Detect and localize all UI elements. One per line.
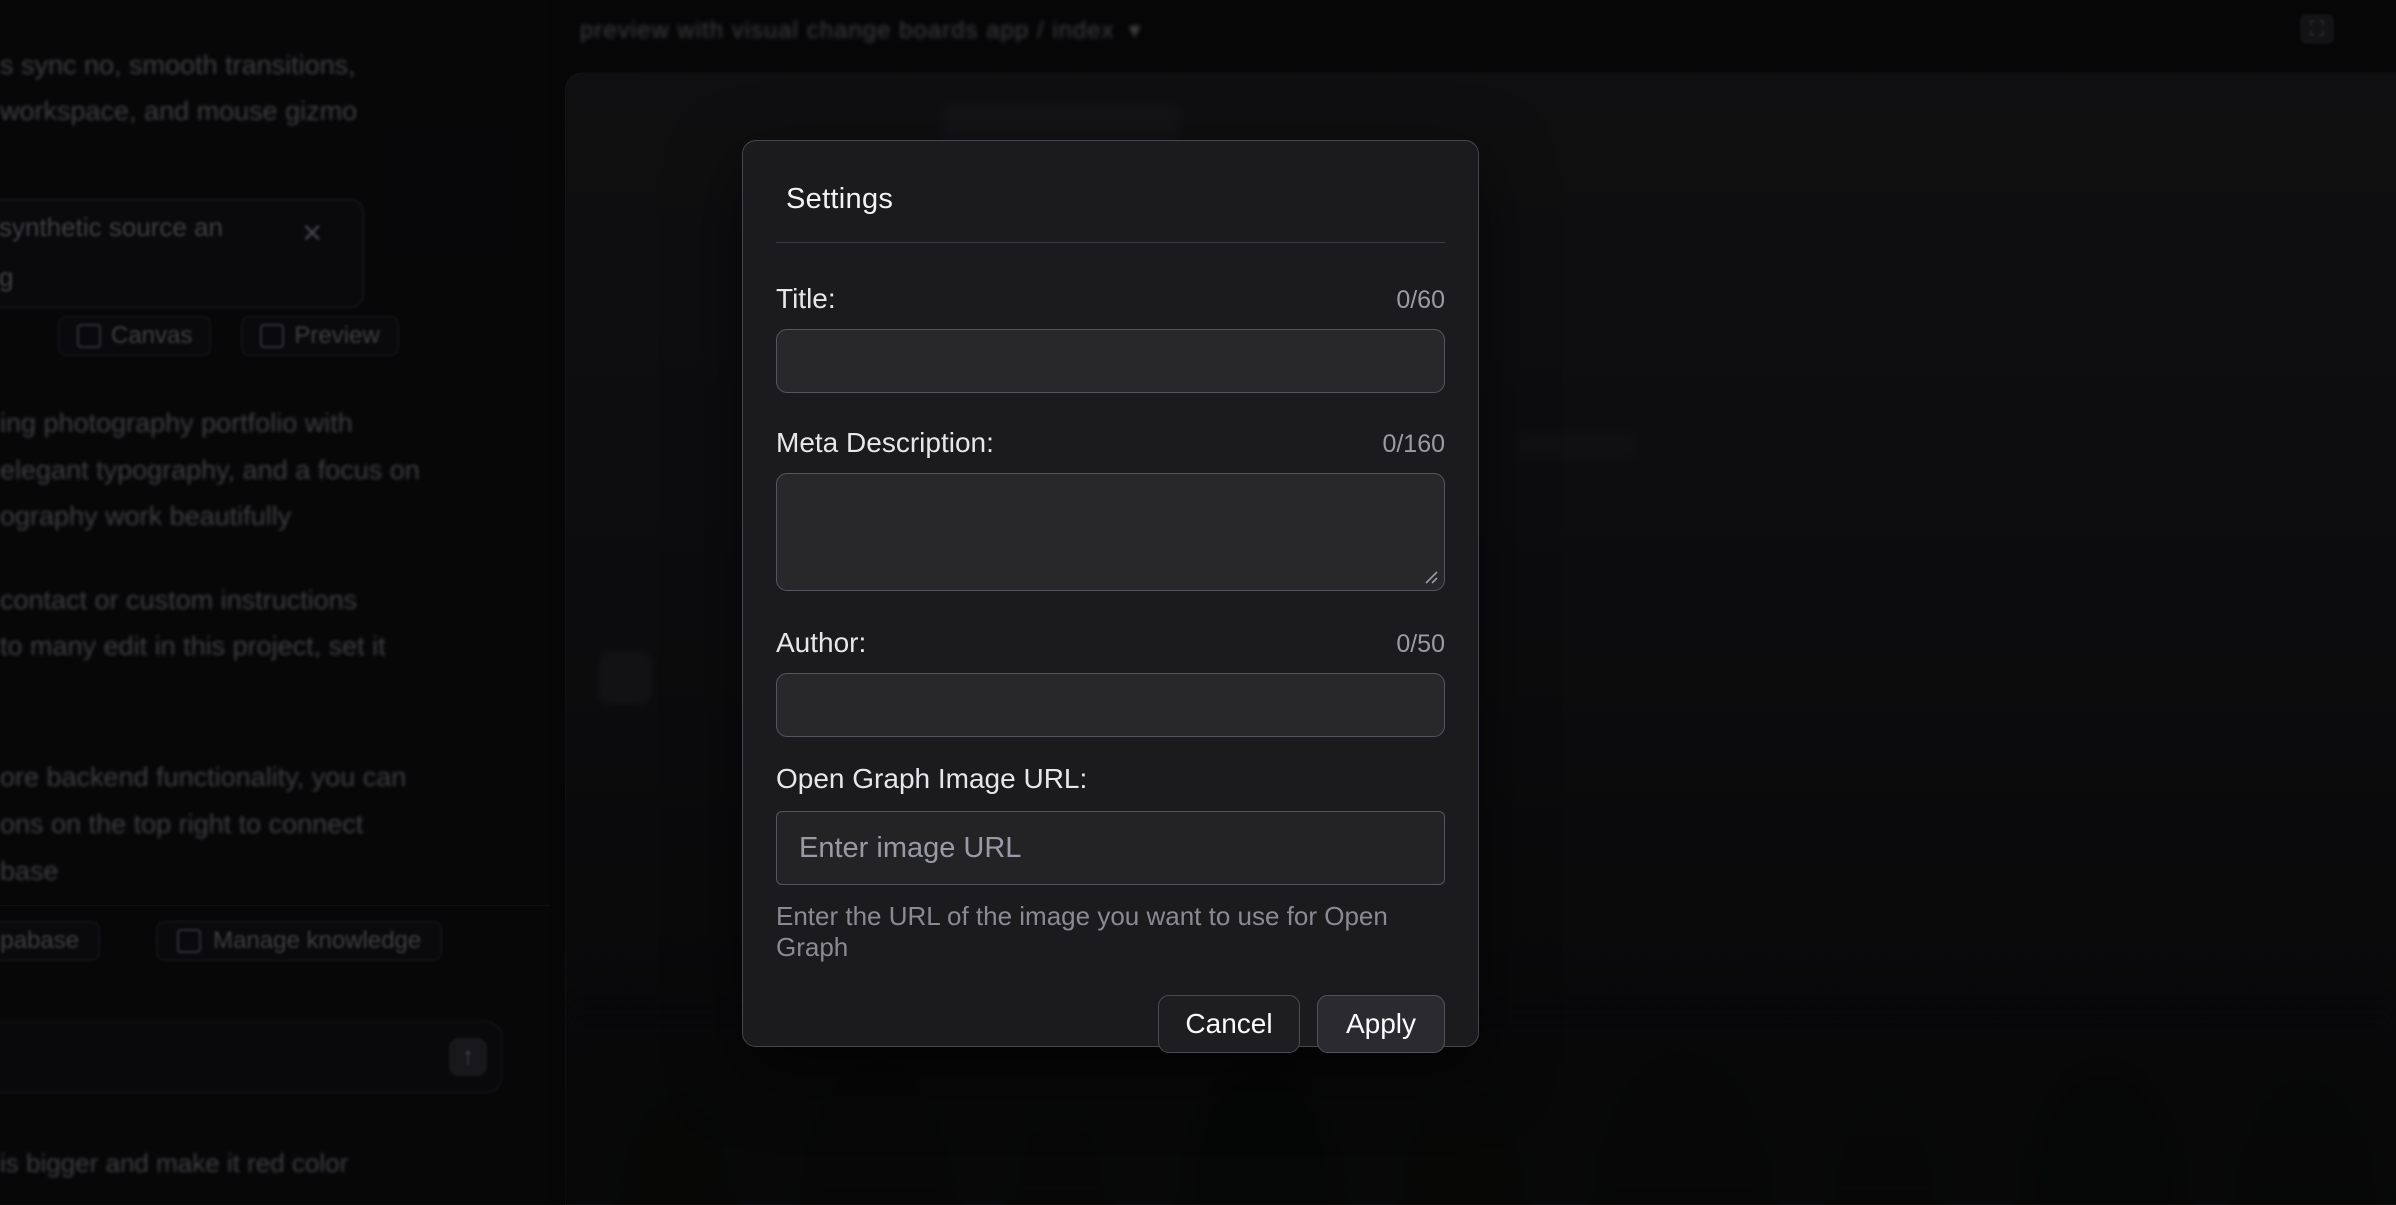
meta-description-textarea[interactable] bbox=[776, 473, 1445, 591]
meta-description-field-group: Meta Description: 0/160 bbox=[776, 427, 1445, 591]
title-input[interactable] bbox=[776, 329, 1445, 393]
settings-modal: Settings Title: 0/60 Meta Description: 0… bbox=[742, 140, 1479, 1047]
cancel-button[interactable]: Cancel bbox=[1158, 995, 1300, 1053]
modal-title: Settings bbox=[786, 183, 1445, 216]
author-input[interactable] bbox=[776, 673, 1445, 737]
modal-footer: Cancel Apply bbox=[776, 995, 1445, 1053]
meta-description-counter: 0/160 bbox=[1382, 430, 1445, 459]
author-counter: 0/50 bbox=[1396, 630, 1445, 659]
title-field-group: Title: 0/60 bbox=[776, 283, 1445, 393]
og-image-helper-text: Enter the URL of the image you want to u… bbox=[776, 901, 1445, 963]
meta-description-label: Meta Description: bbox=[776, 427, 994, 459]
title-label: Title: bbox=[776, 283, 836, 315]
og-image-field-group: Open Graph Image URL: Enter the URL of t… bbox=[776, 763, 1445, 963]
apply-button[interactable]: Apply bbox=[1317, 995, 1445, 1053]
modal-divider bbox=[776, 242, 1445, 243]
title-counter: 0/60 bbox=[1396, 286, 1445, 315]
og-image-url-label: Open Graph Image URL: bbox=[776, 763, 1087, 795]
author-label: Author: bbox=[776, 627, 866, 659]
og-image-url-input[interactable] bbox=[776, 811, 1445, 885]
author-field-group: Author: 0/50 bbox=[776, 627, 1445, 737]
